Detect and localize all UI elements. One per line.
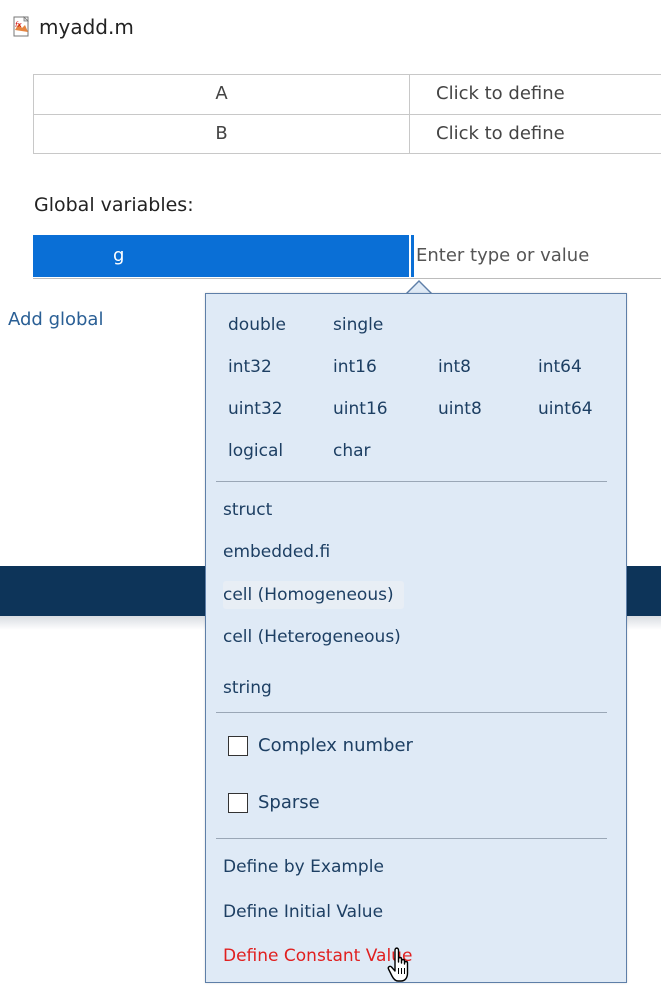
type-row: double single — [228, 311, 638, 353]
input-types-table: A Click to define B Click to define — [33, 74, 661, 154]
global-type-input[interactable]: Enter type or value — [411, 235, 661, 277]
type-option-double[interactable]: double — [228, 311, 333, 353]
type-option-single[interactable]: single — [333, 311, 438, 353]
sparse-checkbox[interactable] — [228, 792, 248, 813]
type-option-int32[interactable]: int32 — [228, 353, 333, 395]
global-row-divider — [33, 278, 661, 279]
type-option-struct[interactable]: struct — [223, 496, 272, 524]
input-type-cell[interactable]: Click to define — [410, 115, 661, 153]
global-name-cell[interactable]: g — [33, 235, 409, 277]
define-initial-value-item[interactable]: Define Initial Value — [223, 898, 383, 926]
type-option-uint64[interactable]: uint64 — [538, 395, 638, 437]
type-option-string[interactable]: string — [223, 674, 272, 702]
type-option-uint16[interactable]: uint16 — [333, 395, 438, 437]
add-global-link[interactable]: Add global — [8, 309, 103, 330]
type-row: uint32 uint16 uint8 uint64 — [228, 395, 638, 437]
popup-divider — [216, 481, 607, 482]
input-row: B Click to define — [34, 114, 661, 153]
define-by-example-item[interactable]: Define by Example — [223, 853, 384, 881]
popup-divider — [216, 838, 607, 839]
type-row: logical char — [228, 437, 638, 479]
svg-text:fx: fx — [15, 21, 22, 29]
type-option-char[interactable]: char — [333, 437, 438, 479]
define-constant-value-item[interactable]: Define Constant Value — [223, 942, 412, 970]
input-type-cell[interactable]: Click to define — [410, 75, 661, 114]
type-option-logical[interactable]: logical — [228, 437, 333, 479]
type-option-uint32[interactable]: uint32 — [228, 395, 333, 437]
input-name: B — [34, 115, 410, 153]
complex-number-option[interactable]: Complex number — [228, 735, 413, 756]
global-variables-label: Global variables: — [34, 194, 194, 216]
type-option-cell-homogeneous[interactable]: cell (Homogeneous) — [223, 581, 404, 609]
file-header: fx myadd.m — [11, 12, 134, 42]
numeric-type-grid: double single int32 int16 int8 int64 uin… — [228, 311, 638, 479]
type-selection-popup: double single int32 int16 int8 int64 uin… — [205, 293, 627, 983]
global-variable-row: g Enter type or value — [33, 235, 661, 277]
type-option-int8[interactable]: int8 — [438, 353, 538, 395]
type-option-int64[interactable]: int64 — [538, 353, 638, 395]
type-row: int32 int16 int8 int64 — [228, 353, 638, 395]
input-row: A Click to define — [34, 75, 661, 114]
type-option-int16[interactable]: int16 — [333, 353, 438, 395]
type-option-cell-heterogeneous[interactable]: cell (Heterogeneous) — [223, 623, 401, 651]
complex-number-checkbox[interactable] — [228, 735, 248, 756]
hand-pointer-cursor-icon — [387, 947, 409, 982]
complex-number-label: Complex number — [258, 735, 413, 756]
matlab-function-file-icon: fx — [13, 16, 29, 37]
input-name: A — [34, 75, 410, 114]
sparse-label: Sparse — [258, 792, 320, 813]
file-name: myadd.m — [39, 15, 134, 39]
sparse-option[interactable]: Sparse — [228, 792, 320, 813]
type-option-uint8[interactable]: uint8 — [438, 395, 538, 437]
type-option-embedded-fi[interactable]: embedded.fi — [223, 538, 330, 566]
popup-divider — [216, 712, 607, 713]
